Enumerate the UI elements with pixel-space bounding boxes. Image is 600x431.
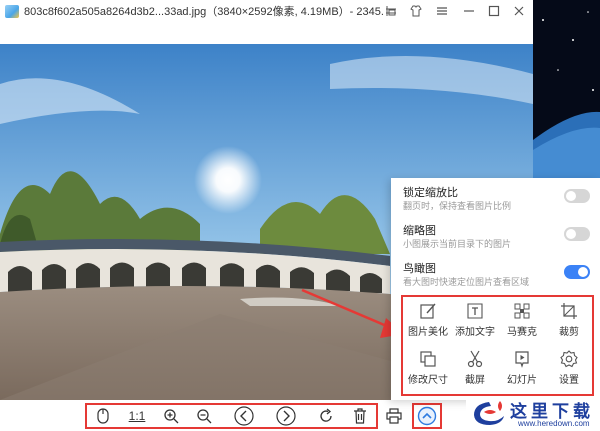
resize-icon [420, 351, 436, 367]
lock-zoom-desc: 翻页时，保持查看图片比例 [403, 201, 512, 211]
birdseye-row[interactable]: 鸟瞰图 看大图时快速定位图片查看区域 [391, 254, 600, 292]
add-text-label: 添加文字 [455, 327, 495, 338]
scissors-icon [467, 350, 483, 368]
zoom-in-icon[interactable] [160, 405, 182, 427]
menu-icon[interactable] [432, 2, 452, 20]
beautify-label: 图片美化 [408, 327, 448, 338]
lock-zoom-toggle[interactable] [564, 189, 590, 203]
crop-tool[interactable]: 裁剪 [543, 298, 595, 342]
bottom-toolbar: 1:1 [0, 400, 533, 431]
rotate-icon[interactable] [315, 405, 337, 427]
settings-label: 设置 [559, 375, 579, 386]
birdseye-label: 鸟瞰图 [403, 263, 436, 275]
minimize-icon[interactable] [459, 2, 479, 20]
edit-icon [420, 303, 436, 319]
actual-size-button[interactable]: 1:1 [126, 405, 148, 427]
mosaic-tool[interactable]: 马赛克 [496, 298, 548, 342]
logo-mark-icon [474, 401, 504, 425]
thumbnail-desc: 小图展示当前目录下的图片 [403, 239, 512, 249]
slideshow-icon [515, 351, 529, 368]
settings-tool[interactable]: 设置 [543, 346, 595, 390]
birdseye-desc: 看大图时快速定位图片查看区域 [403, 277, 530, 287]
zoom-out-icon[interactable] [193, 405, 215, 427]
screenshot-label: 截屏 [465, 375, 485, 386]
pin-icon[interactable] [381, 2, 401, 20]
add-text-tool[interactable]: 添加文字 [449, 298, 501, 342]
mouse-icon[interactable] [92, 405, 114, 427]
slideshow-label: 幻灯片 [507, 375, 537, 386]
screenshot-tool[interactable]: 截屏 [449, 346, 501, 390]
close-icon[interactable] [509, 2, 529, 20]
image-viewer-window: 803c8f602a505a8264d3b2...33ad.jpg（3840×2… [0, 0, 600, 431]
add-text-icon [467, 303, 483, 319]
skin-icon[interactable] [406, 2, 426, 20]
birdseye-toggle[interactable] [564, 265, 590, 279]
thumbnail-toggle[interactable] [564, 227, 590, 241]
gear-icon [560, 350, 578, 368]
app-icon [5, 4, 19, 18]
thumbnail-row[interactable]: 缩略图 小图展示当前目录下的图片 [391, 216, 600, 254]
lock-zoom-row[interactable]: 锁定缩放比 翻页时，保持查看图片比例 [391, 178, 600, 216]
resize-tool[interactable]: 修改尺寸 [402, 346, 454, 390]
lock-zoom-label: 锁定缩放比 [403, 187, 458, 199]
window-title: 803c8f602a505a8264d3b2...33ad.jpg（3840×2… [24, 6, 384, 18]
slideshow-tool[interactable]: 幻灯片 [496, 346, 548, 390]
crop-icon [561, 303, 577, 319]
crop-label: 裁剪 [559, 327, 579, 338]
resize-label: 修改尺寸 [408, 375, 448, 386]
background-strip [533, 0, 600, 180]
next-image-icon[interactable] [275, 405, 297, 427]
logo-url: www.heredown.com [518, 419, 590, 428]
print-icon[interactable] [383, 405, 405, 427]
title-bar: 803c8f602a505a8264d3b2...33ad.jpg（3840×2… [0, 0, 533, 22]
site-logo: 这里下载 www.heredown.com [466, 396, 600, 431]
beautify-tool[interactable]: 图片美化 [402, 298, 454, 342]
maximize-icon[interactable] [484, 2, 504, 20]
more-up-icon[interactable] [416, 405, 438, 427]
thumbnail-label: 缩略图 [403, 225, 436, 237]
prev-image-icon[interactable] [233, 405, 255, 427]
mosaic-label: 马赛克 [507, 327, 537, 338]
mosaic-icon [514, 303, 530, 319]
settings-popup: 锁定缩放比 翻页时，保持查看图片比例 缩略图 小图展示当前目录下的图片 鸟瞰图 … [391, 178, 600, 400]
delete-icon[interactable] [349, 405, 371, 427]
